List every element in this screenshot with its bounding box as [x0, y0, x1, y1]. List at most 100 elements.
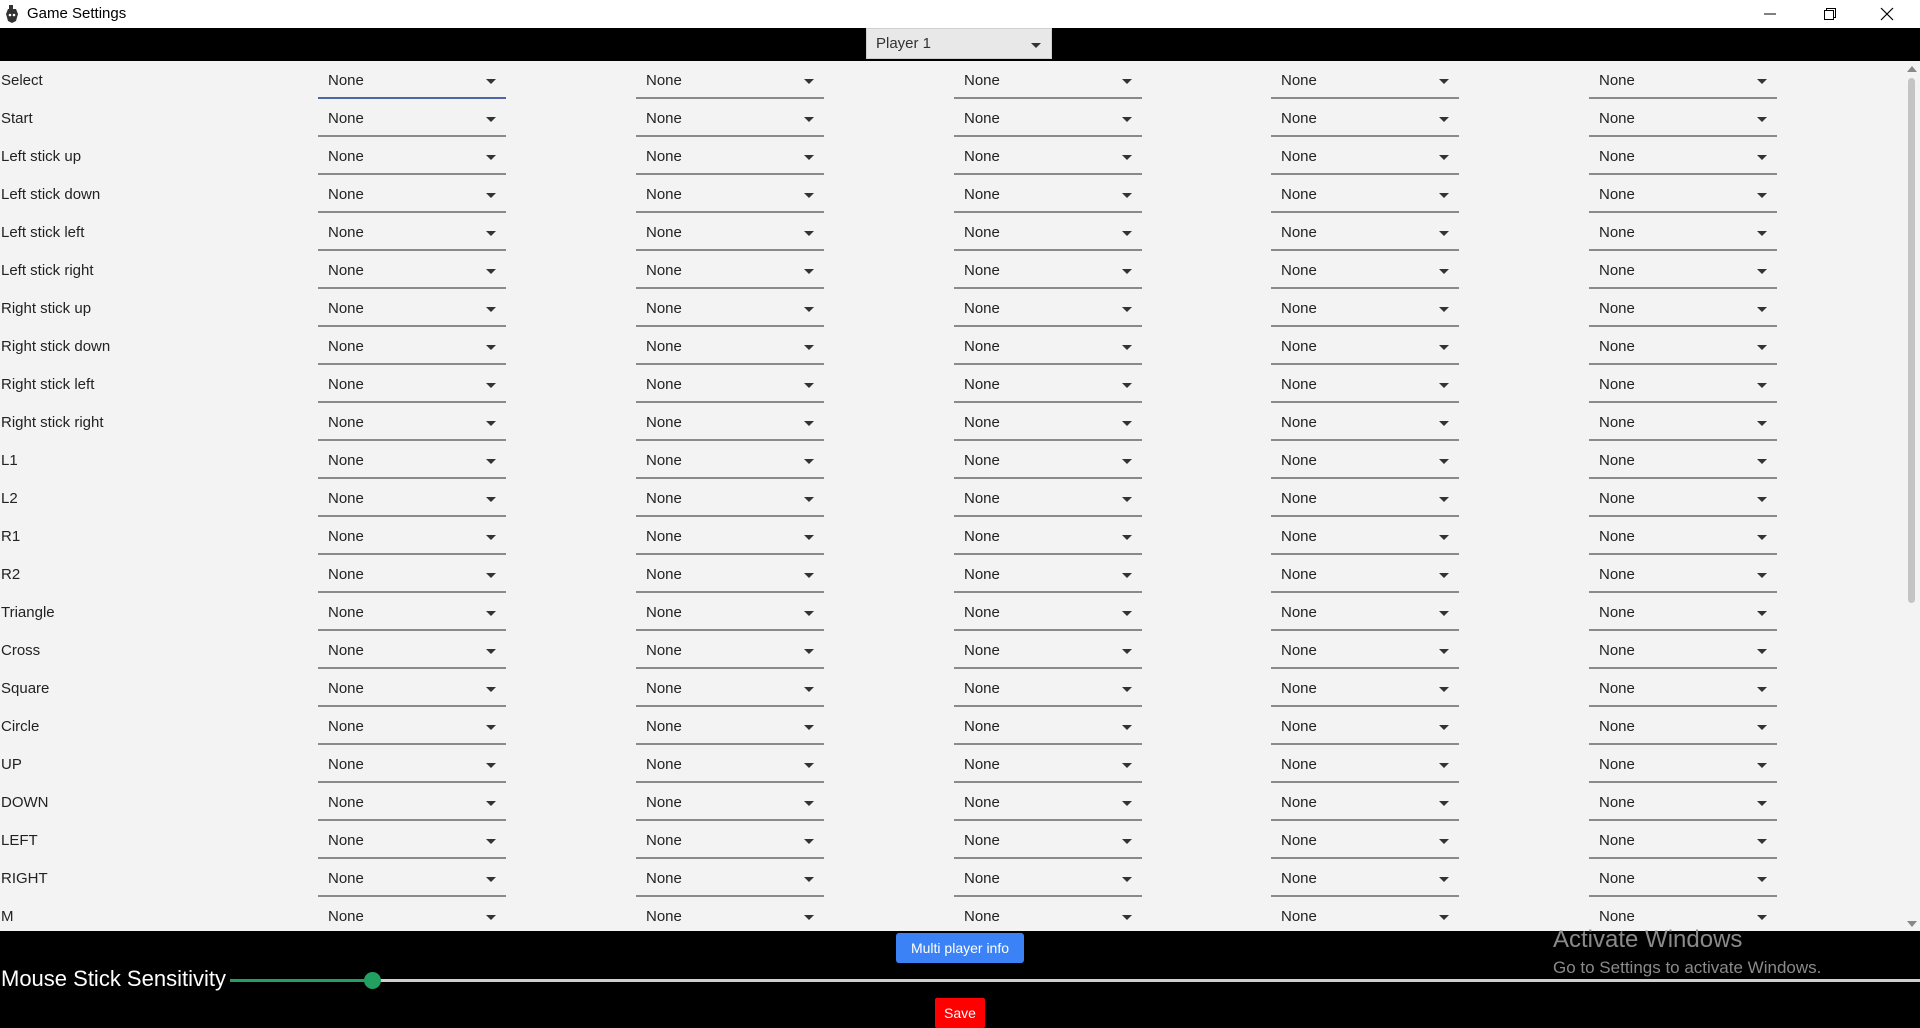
multi-player-info-button[interactable]: Multi player info	[896, 933, 1024, 963]
binding-dropdown[interactable]: None	[1589, 597, 1777, 631]
binding-dropdown[interactable]: None	[954, 445, 1142, 479]
binding-dropdown[interactable]: None	[954, 901, 1142, 931]
binding-dropdown[interactable]: None	[954, 141, 1142, 175]
binding-dropdown[interactable]: None	[954, 369, 1142, 403]
binding-dropdown[interactable]: None	[1589, 483, 1777, 517]
binding-dropdown[interactable]: None	[636, 65, 824, 99]
binding-dropdown[interactable]: None	[318, 369, 506, 403]
binding-dropdown[interactable]: None	[954, 863, 1142, 897]
binding-dropdown[interactable]: None	[318, 65, 506, 99]
binding-dropdown[interactable]: None	[954, 825, 1142, 859]
binding-dropdown[interactable]: None	[1589, 407, 1777, 441]
binding-dropdown[interactable]: None	[1589, 293, 1777, 327]
binding-dropdown[interactable]: None	[1589, 521, 1777, 555]
binding-dropdown[interactable]: None	[636, 863, 824, 897]
binding-dropdown[interactable]: None	[318, 749, 506, 783]
binding-dropdown[interactable]: None	[954, 255, 1142, 289]
binding-dropdown[interactable]: None	[954, 673, 1142, 707]
binding-dropdown[interactable]: None	[318, 217, 506, 251]
minimize-button[interactable]	[1740, 0, 1800, 28]
binding-dropdown[interactable]: None	[1271, 521, 1459, 555]
binding-dropdown[interactable]: None	[1271, 787, 1459, 821]
binding-dropdown[interactable]: None	[954, 179, 1142, 213]
binding-dropdown[interactable]: None	[1271, 141, 1459, 175]
binding-dropdown[interactable]: None	[1271, 407, 1459, 441]
binding-dropdown[interactable]: None	[1589, 825, 1777, 859]
binding-dropdown[interactable]: None	[1271, 331, 1459, 365]
binding-dropdown[interactable]: None	[1271, 749, 1459, 783]
binding-dropdown[interactable]: None	[318, 331, 506, 365]
binding-dropdown[interactable]: None	[954, 711, 1142, 745]
binding-dropdown[interactable]: None	[318, 635, 506, 669]
binding-dropdown[interactable]: None	[1271, 65, 1459, 99]
binding-dropdown[interactable]: None	[954, 103, 1142, 137]
binding-dropdown[interactable]: None	[1271, 483, 1459, 517]
binding-dropdown[interactable]: None	[318, 559, 506, 593]
binding-dropdown[interactable]: None	[1271, 863, 1459, 897]
binding-dropdown[interactable]: None	[636, 825, 824, 859]
binding-dropdown[interactable]: None	[1271, 711, 1459, 745]
binding-dropdown[interactable]: None	[318, 483, 506, 517]
binding-dropdown[interactable]: None	[636, 255, 824, 289]
binding-dropdown[interactable]: None	[954, 217, 1142, 251]
binding-dropdown[interactable]: None	[954, 521, 1142, 555]
binding-dropdown[interactable]: None	[1271, 445, 1459, 479]
binding-dropdown[interactable]: None	[636, 331, 824, 365]
binding-dropdown[interactable]: None	[1589, 787, 1777, 821]
binding-dropdown[interactable]: None	[636, 407, 824, 441]
sensitivity-slider-thumb[interactable]	[363, 972, 381, 989]
binding-dropdown[interactable]: None	[318, 863, 506, 897]
binding-dropdown[interactable]: None	[636, 901, 824, 931]
binding-dropdown[interactable]: None	[318, 521, 506, 555]
binding-dropdown[interactable]: None	[954, 407, 1142, 441]
binding-dropdown[interactable]: None	[318, 901, 506, 931]
binding-dropdown[interactable]: None	[636, 673, 824, 707]
binding-dropdown[interactable]: None	[636, 483, 824, 517]
binding-dropdown[interactable]: None	[636, 559, 824, 593]
binding-dropdown[interactable]: None	[636, 711, 824, 745]
binding-dropdown[interactable]: None	[1589, 749, 1777, 783]
binding-dropdown[interactable]: None	[318, 141, 506, 175]
binding-dropdown[interactable]: None	[1589, 331, 1777, 365]
binding-dropdown[interactable]: None	[954, 597, 1142, 631]
binding-dropdown[interactable]: None	[1271, 559, 1459, 593]
binding-dropdown[interactable]: None	[1589, 863, 1777, 897]
binding-dropdown[interactable]: None	[1589, 141, 1777, 175]
binding-dropdown[interactable]: None	[318, 597, 506, 631]
binding-dropdown[interactable]: None	[636, 103, 824, 137]
close-button[interactable]	[1857, 0, 1917, 28]
binding-dropdown[interactable]: None	[1589, 445, 1777, 479]
binding-dropdown[interactable]: None	[1589, 369, 1777, 403]
binding-dropdown[interactable]: None	[954, 293, 1142, 327]
binding-dropdown[interactable]: None	[318, 179, 506, 213]
binding-dropdown[interactable]: None	[1271, 179, 1459, 213]
binding-dropdown[interactable]: None	[954, 635, 1142, 669]
binding-dropdown[interactable]: None	[636, 749, 824, 783]
binding-dropdown[interactable]: None	[636, 787, 824, 821]
binding-dropdown[interactable]: None	[318, 673, 506, 707]
binding-dropdown[interactable]: None	[318, 445, 506, 479]
binding-dropdown[interactable]: None	[318, 787, 506, 821]
binding-dropdown[interactable]: None	[1589, 217, 1777, 251]
binding-dropdown[interactable]: None	[636, 293, 824, 327]
binding-dropdown[interactable]: None	[954, 331, 1142, 365]
binding-dropdown[interactable]: None	[636, 445, 824, 479]
binding-dropdown[interactable]: None	[318, 407, 506, 441]
binding-dropdown[interactable]: None	[1589, 103, 1777, 137]
binding-dropdown[interactable]: None	[636, 179, 824, 213]
binding-dropdown[interactable]: None	[636, 521, 824, 555]
binding-dropdown[interactable]: None	[636, 635, 824, 669]
binding-dropdown[interactable]: None	[318, 293, 506, 327]
binding-dropdown[interactable]: None	[1271, 901, 1459, 931]
binding-dropdown[interactable]: None	[1589, 179, 1777, 213]
binding-dropdown[interactable]: None	[954, 483, 1142, 517]
binding-dropdown[interactable]: None	[1589, 65, 1777, 99]
binding-dropdown[interactable]: None	[636, 141, 824, 175]
binding-dropdown[interactable]: None	[1271, 825, 1459, 859]
binding-dropdown[interactable]: None	[636, 597, 824, 631]
binding-dropdown[interactable]: None	[1589, 673, 1777, 707]
binding-dropdown[interactable]: None	[636, 369, 824, 403]
save-button[interactable]: Save	[935, 998, 985, 1028]
scrollbar-thumb[interactable]	[1908, 78, 1915, 603]
scroll-down-icon[interactable]	[1907, 921, 1917, 927]
